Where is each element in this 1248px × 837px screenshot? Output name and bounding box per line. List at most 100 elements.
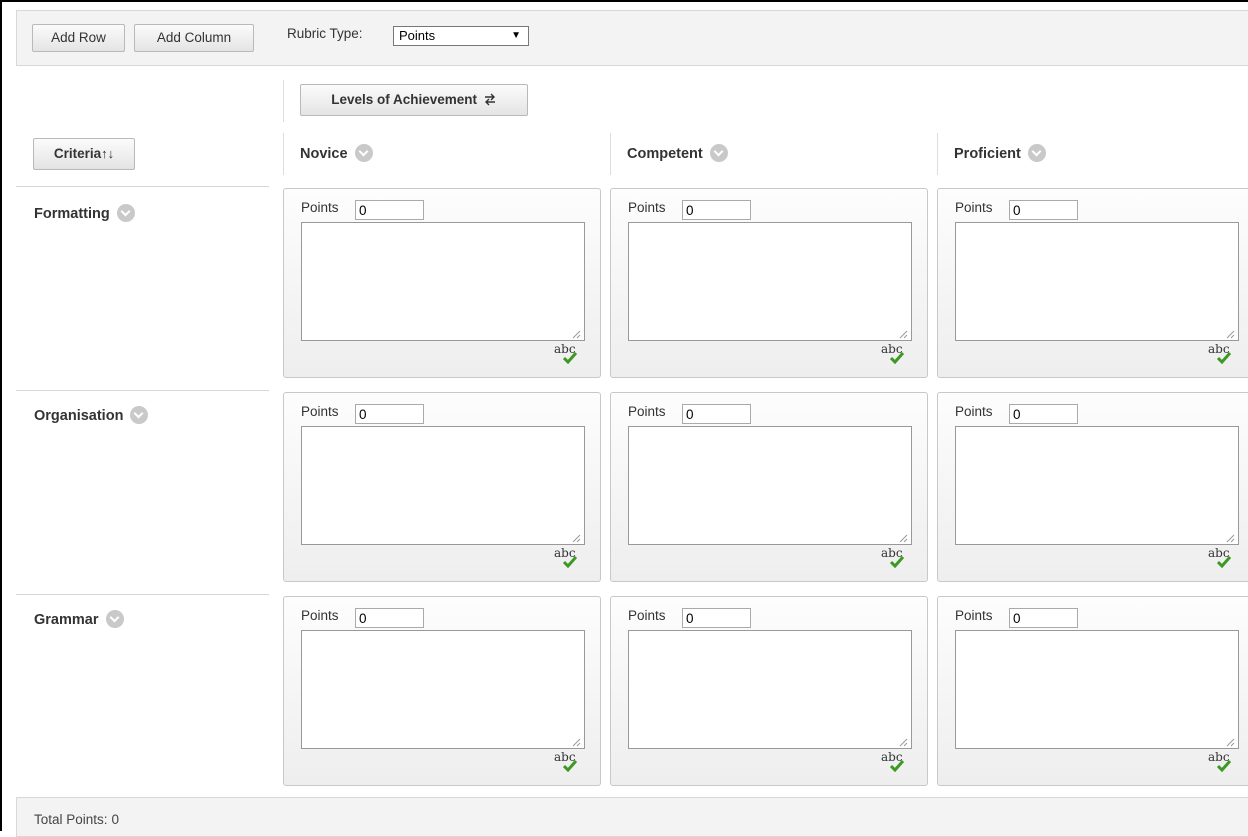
resize-grip-icon[interactable] [571, 533, 581, 543]
total-points-label: Total Points: [34, 812, 108, 827]
checkmark-icon [1217, 556, 1231, 568]
points-input[interactable] [682, 200, 751, 220]
rubric-type-label: Rubric Type: [287, 26, 363, 41]
checkmark-icon [890, 352, 904, 364]
chevron-down-icon[interactable] [354, 144, 373, 163]
points-label: Points [301, 608, 339, 623]
checkmark-icon [1217, 760, 1231, 772]
spellcheck-icon[interactable]: abc [1208, 545, 1236, 573]
total-points: Total Points: 0 [34, 812, 119, 827]
criteria-button[interactable]: Criteria↑↓ [33, 138, 135, 170]
rubric-toolbar: Add Row Add Column Rubric Type: Points ▼ [16, 10, 1248, 66]
rubric-cell-grammar-proficient: Points abc [937, 596, 1248, 786]
resize-grip-icon[interactable] [898, 737, 908, 747]
row-divider [16, 186, 269, 187]
points-input[interactable] [1009, 404, 1078, 424]
levels-of-achievement-button[interactable]: Levels of Achievement [300, 84, 528, 116]
spellcheck-icon[interactable]: abc [881, 545, 909, 573]
row-divider [16, 594, 269, 595]
rubric-cell-organisation-competent: Points abc [610, 392, 928, 582]
criterion-label: Grammar [34, 611, 99, 628]
points-input[interactable] [355, 404, 424, 424]
window-frame-left [0, 0, 2, 831]
row-divider [16, 390, 269, 391]
description-textarea[interactable] [301, 630, 585, 749]
resize-grip-icon[interactable] [1225, 533, 1235, 543]
points-input[interactable] [355, 200, 424, 220]
spellcheck-icon[interactable]: abc [554, 749, 582, 777]
rubric-cell-formatting-novice: Points abc [283, 188, 601, 378]
chevron-down-icon[interactable] [116, 204, 135, 222]
resize-grip-icon[interactable] [1225, 737, 1235, 747]
level-header-competent: Competent [610, 133, 937, 175]
level-header-label: Proficient [954, 146, 1021, 162]
rubric-footer: Total Points: 0 [16, 797, 1248, 837]
points-input[interactable] [1009, 608, 1078, 628]
description-textarea[interactable] [955, 630, 1239, 749]
chevron-down-icon[interactable] [105, 610, 124, 628]
points-label: Points [301, 200, 339, 215]
points-label: Points [955, 200, 993, 215]
criterion-organisation: Organisation [34, 406, 149, 425]
levels-of-achievement-label: Levels of Achievement [331, 92, 478, 107]
total-points-value: 0 [111, 812, 120, 827]
description-textarea[interactable] [628, 222, 912, 341]
level-header-proficient: Proficient [937, 133, 1237, 175]
checkmark-icon [890, 556, 904, 568]
resize-grip-icon[interactable] [898, 329, 908, 339]
description-textarea[interactable] [628, 630, 912, 749]
rubric-type-select[interactable]: Points ▼ [393, 26, 529, 46]
points-label: Points [628, 404, 666, 419]
points-input[interactable] [682, 404, 751, 424]
rubric-type-value: Points [399, 28, 436, 43]
resize-grip-icon[interactable] [571, 329, 581, 339]
points-label: Points [955, 404, 993, 419]
dropdown-arrow-icon: ▼ [511, 30, 521, 41]
rubric-cell-grammar-novice: Points abc [283, 596, 601, 786]
spellcheck-icon[interactable]: abc [881, 341, 909, 369]
checkmark-icon [890, 760, 904, 772]
level-header-label: Novice [300, 146, 348, 162]
add-row-button[interactable]: Add Row [32, 24, 125, 52]
checkmark-icon [563, 352, 577, 364]
chevron-down-icon[interactable] [1027, 144, 1046, 163]
spellcheck-icon[interactable]: abc [554, 545, 582, 573]
description-textarea[interactable] [628, 426, 912, 545]
spellcheck-icon[interactable]: abc [1208, 341, 1236, 369]
description-textarea[interactable] [301, 426, 585, 545]
points-input[interactable] [682, 608, 751, 628]
window-frame-top [0, 0, 1248, 2]
rubric-cell-organisation-novice: Points abc [283, 392, 601, 582]
resize-grip-icon[interactable] [571, 737, 581, 747]
rubric-cell-formatting-proficient: Points abc [937, 188, 1248, 378]
spellcheck-icon[interactable]: abc [881, 749, 909, 777]
checkmark-icon [563, 556, 577, 568]
checkmark-icon [1217, 352, 1231, 364]
criterion-grammar: Grammar [34, 610, 124, 629]
resize-grip-icon[interactable] [1225, 329, 1235, 339]
rubric-cell-organisation-proficient: Points abc [937, 392, 1248, 582]
rubric-cell-grammar-competent: Points abc [610, 596, 928, 786]
chevron-down-icon[interactable] [709, 144, 728, 163]
points-label: Points [628, 608, 666, 623]
level-header-novice: Novice [283, 133, 610, 175]
resize-grip-icon[interactable] [898, 533, 908, 543]
spellcheck-icon[interactable]: abc [554, 341, 582, 369]
sort-arrows-icon: ↑↓ [101, 146, 115, 161]
description-textarea[interactable] [301, 222, 585, 341]
criterion-formatting: Formatting [34, 204, 135, 223]
points-label: Points [628, 200, 666, 215]
add-column-button[interactable]: Add Column [134, 24, 254, 52]
level-header-label: Competent [627, 146, 703, 162]
criterion-label: Formatting [34, 205, 110, 222]
description-textarea[interactable] [955, 426, 1239, 545]
spellcheck-icon[interactable]: abc [1208, 749, 1236, 777]
points-label: Points [955, 608, 993, 623]
chevron-down-icon[interactable] [130, 406, 149, 424]
criteria-label: Criteria [53, 146, 102, 161]
description-textarea[interactable] [955, 222, 1239, 341]
checkmark-icon [563, 760, 577, 772]
criterion-label: Organisation [34, 407, 124, 424]
points-input[interactable] [355, 608, 424, 628]
points-input[interactable] [1009, 200, 1078, 220]
